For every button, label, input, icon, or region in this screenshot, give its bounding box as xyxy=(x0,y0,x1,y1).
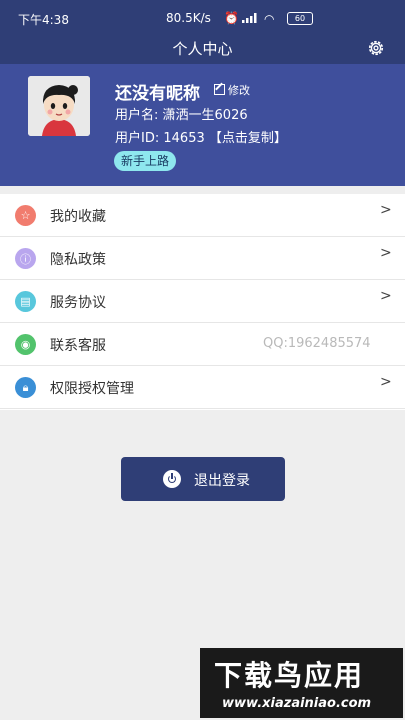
lock-icon: 🔒︎ xyxy=(15,377,36,398)
alarm-icon: ⏰ xyxy=(224,11,239,25)
menu-item-label: 权限授权管理 xyxy=(50,381,134,397)
edit-profile-button[interactable]: 修改 xyxy=(214,82,250,98)
battery-icon: 60 xyxy=(287,12,313,25)
userid-label: 用户ID: xyxy=(115,131,160,146)
menu-item-label: 服务协议 xyxy=(50,295,106,311)
logout-button[interactable]: 退出登录 xyxy=(121,457,285,501)
status-net-speed: 80.5K/s xyxy=(166,11,211,25)
watermark-url: www.xiazainiao.com xyxy=(222,696,372,711)
cartoon-avatar-icon xyxy=(28,76,90,136)
username-value: 潇洒一生6026 xyxy=(162,108,248,123)
page-title: 个人中心 xyxy=(172,40,233,58)
avatar[interactable] xyxy=(28,76,90,136)
signal-icon xyxy=(242,13,257,23)
status-bar: 下午4:38 80.5K/s ⏰ ◠ 60 xyxy=(0,0,405,36)
chat-icon: ◉ xyxy=(15,334,36,355)
title-bar: 个人中心 xyxy=(0,36,405,64)
chevron-right-icon: > xyxy=(380,245,392,261)
logout-label: 退出登录 xyxy=(194,473,250,489)
document-icon: ▤ xyxy=(15,291,36,312)
menu-item-favorites[interactable]: ☆ 我的收藏 > xyxy=(0,194,405,237)
username-label: 用户名: xyxy=(115,108,159,123)
support-qq: QQ:1962485574 xyxy=(263,336,371,351)
menu-list: ☆ 我的收藏 > ⓘ 隐私政策 > ▤ 服务协议 > ◉ 联系客服 QQ:196… xyxy=(0,194,405,410)
menu-item-privacy[interactable]: ⓘ 隐私政策 > xyxy=(0,237,405,280)
userid-value: 14653 xyxy=(163,131,205,146)
edit-label: 修改 xyxy=(228,84,250,97)
menu-item-permissions[interactable]: 🔒︎ 权限授权管理 > xyxy=(0,366,405,409)
menu-item-label: 我的收藏 xyxy=(50,209,106,225)
watermark-title: 下载鸟应用 xyxy=(214,659,365,692)
chevron-right-icon: > xyxy=(380,374,392,390)
gear-icon[interactable] xyxy=(366,38,386,58)
username-line: 用户名: 潇洒一生6026 xyxy=(115,104,248,123)
menu-item-support[interactable]: ◉ 联系客服 QQ:1962485574 xyxy=(0,323,405,366)
nickname: 还没有昵称 xyxy=(115,84,200,104)
power-icon xyxy=(163,470,181,488)
chevron-right-icon: > xyxy=(380,202,392,218)
star-icon: ☆ xyxy=(15,205,36,226)
profile-card: 还没有昵称 修改 用户名: 潇洒一生6026 用户ID: 14653 【点击复制… xyxy=(0,64,405,186)
userid-line: 用户ID: 14653 【点击复制】 xyxy=(115,127,287,146)
wifi-icon: ◠ xyxy=(264,12,275,26)
menu-item-label: 联系客服 xyxy=(50,338,106,354)
watermark: 下载鸟应用 www.xiazainiao.com xyxy=(200,648,403,718)
edit-icon xyxy=(214,84,225,95)
level-badge: 新手上路 xyxy=(114,151,177,171)
chevron-right-icon: > xyxy=(380,288,392,304)
info-icon: ⓘ xyxy=(15,248,36,269)
copy-id-button[interactable]: 【点击复制】 xyxy=(209,131,287,146)
menu-item-terms[interactable]: ▤ 服务协议 > xyxy=(0,280,405,323)
menu-item-label: 隐私政策 xyxy=(50,252,106,268)
status-time: 下午4:38 xyxy=(18,13,69,27)
